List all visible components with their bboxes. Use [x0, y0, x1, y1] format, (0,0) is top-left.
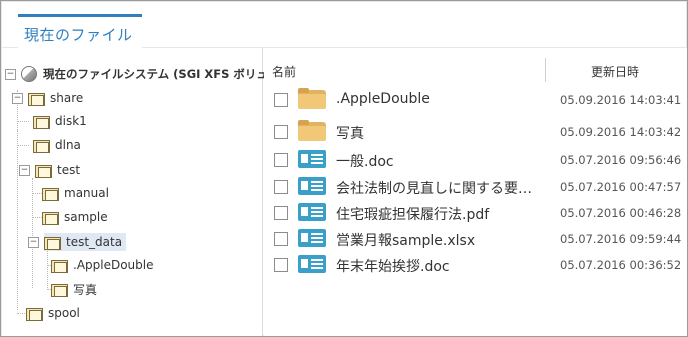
tree-node-test-data[interactable]: − test_data — [28, 232, 127, 252]
row-checkbox[interactable] — [274, 125, 288, 139]
tree-node-sample[interactable]: sample — [42, 207, 108, 227]
tree-node-label: share — [50, 91, 84, 105]
file-row[interactable]: 一般.doc 05.07.2016 09:56:46 — [264, 145, 687, 173]
file-modified-date: 05.09.2016 14:03:42 — [560, 125, 682, 139]
collapse-toggle-icon[interactable]: − — [5, 68, 16, 80]
file-name[interactable]: 年末年始挨拶.doc — [336, 256, 450, 276]
file-modified-date: 05.07.2016 00:36:52 — [560, 258, 682, 272]
tree-connector — [17, 145, 29, 147]
disk-icon — [21, 66, 37, 82]
file-modified-date: 05.09.2016 14:03:41 — [560, 93, 682, 107]
row-checkbox[interactable] — [274, 93, 288, 107]
folder-tree: − 現在のファイルシステム (SGI XFS ボリューム − share dis… — [2, 48, 291, 336]
file-modified-date: 05.07.2016 00:46:28 — [560, 206, 682, 220]
file-browser-window: 現在のファイル − 現在のファイルシステム (SGI XFS ボリューム − s… — [0, 0, 688, 337]
folder-icon — [42, 187, 59, 201]
file-row[interactable]: 営業月報sample.xlsx 05.07.2016 09:59:44 — [264, 224, 687, 252]
tree-connector — [17, 130, 19, 310]
column-resize-handle[interactable] — [545, 58, 546, 82]
tree-connector — [47, 250, 49, 290]
tree-node-label: disk1 — [55, 114, 87, 128]
folder-icon — [33, 115, 50, 129]
tree-node-disk1[interactable]: disk1 — [33, 111, 87, 131]
file-name[interactable]: .AppleDouble — [336, 91, 430, 107]
folder-icon — [35, 164, 52, 178]
tree-node-appledouble[interactable]: .AppleDouble — [51, 255, 154, 275]
document-icon — [298, 201, 326, 223]
tree-node-label: manual — [64, 186, 109, 200]
document-icon — [298, 148, 326, 170]
tree-node-label: spool — [48, 306, 80, 320]
file-list: 名前 更新日時 .AppleDouble 05.09.2016 14:03:41… — [264, 48, 687, 336]
column-header-name[interactable]: 名前 — [272, 63, 296, 80]
file-row[interactable]: 住宅瑕疵担保履行法.pdf 05.07.2016 00:46:28 — [264, 198, 687, 226]
column-header-modified[interactable]: 更新日時 — [591, 63, 639, 80]
file-row[interactable]: 写真 05.09.2016 14:03:42 — [264, 117, 687, 145]
tree-node-label: .AppleDouble — [73, 258, 154, 272]
tree-node-spool[interactable]: spool — [26, 303, 80, 323]
tab-current-files-label: 現在のファイル — [24, 26, 133, 44]
file-name[interactable]: 写真 — [336, 123, 364, 143]
file-modified-date: 05.07.2016 09:59:44 — [560, 232, 682, 246]
file-list-header: 名前 更新日時 — [264, 58, 687, 82]
row-checkbox[interactable] — [274, 206, 288, 220]
tree-node-label: 現在のファイルシステム (SGI XFS ボリューム — [43, 67, 291, 81]
file-modified-date: 05.07.2016 00:47:57 — [560, 180, 682, 194]
tree-node-label: test — [57, 163, 81, 177]
selected-node-highlight: test_data — [44, 233, 127, 251]
folder-icon — [28, 92, 45, 106]
collapse-toggle-icon[interactable]: − — [28, 236, 39, 248]
folder-icon — [42, 211, 59, 225]
collapse-toggle-icon[interactable]: − — [19, 164, 30, 176]
tree-node-label: test_data — [66, 235, 123, 249]
folder-icon — [51, 259, 68, 273]
file-name[interactable]: 営業月報sample.xlsx — [336, 230, 475, 250]
tree-node-manual[interactable]: manual — [42, 183, 109, 203]
folder-icon — [26, 307, 43, 321]
file-name[interactable]: 会社法制の見直しに関する要… — [336, 178, 532, 198]
file-name[interactable]: 住宅瑕疵担保履行法.pdf — [336, 204, 489, 224]
folder-icon — [298, 88, 326, 110]
tree-connector — [17, 121, 29, 123]
tree-node-photo[interactable]: 写真 — [51, 279, 97, 299]
tree-node-root[interactable]: − 現在のファイルシステム (SGI XFS ボリューム — [5, 64, 291, 84]
file-row[interactable]: 会社法制の見直しに関する要… 05.07.2016 00:47:57 — [264, 172, 687, 200]
tab-bar: 現在のファイル — [2, 2, 686, 50]
document-icon — [298, 253, 326, 275]
file-modified-date: 05.07.2016 09:56:46 — [560, 153, 682, 167]
row-checkbox[interactable] — [274, 180, 288, 194]
row-checkbox[interactable] — [274, 258, 288, 272]
folder-icon — [51, 283, 68, 297]
folder-icon — [298, 120, 326, 142]
folder-icon — [44, 236, 61, 250]
folder-icon — [33, 139, 50, 153]
tree-node-dlna[interactable]: dlna — [33, 135, 81, 155]
row-checkbox[interactable] — [274, 232, 288, 246]
tree-node-label: dlna — [55, 138, 81, 152]
tree-node-label: sample — [64, 210, 108, 224]
tree-node-share[interactable]: − share — [12, 88, 83, 108]
row-checkbox[interactable] — [274, 153, 288, 167]
file-row[interactable]: .AppleDouble 05.09.2016 14:03:41 — [264, 85, 687, 113]
collapse-toggle-icon[interactable]: − — [12, 92, 23, 104]
file-name[interactable]: 一般.doc — [336, 151, 394, 171]
tree-node-label: 写真 — [73, 282, 98, 297]
document-icon — [298, 175, 326, 197]
document-icon — [298, 227, 326, 249]
tab-current-files[interactable]: 現在のファイル — [18, 14, 142, 50]
tree-node-test[interactable]: − test — [19, 160, 80, 180]
file-row[interactable]: 年末年始挨拶.doc 05.07.2016 00:36:52 — [264, 250, 687, 278]
